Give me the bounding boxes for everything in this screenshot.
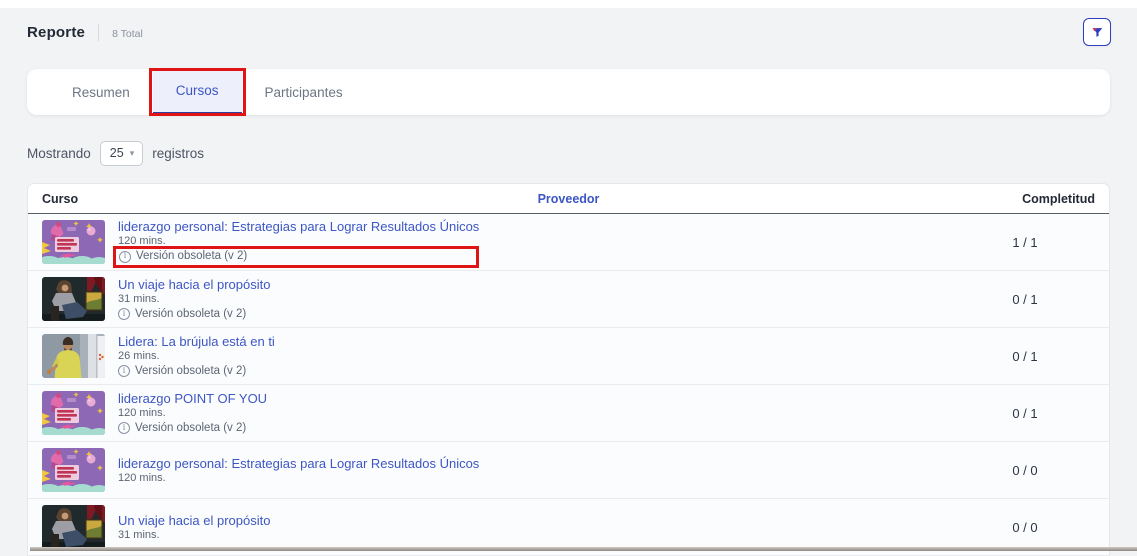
column-header-curso: Curso [42,192,78,206]
course-title-link[interactable]: liderazgo personal: Estrategias para Log… [118,456,479,471]
completion-value: 0 / 1 [955,349,1095,364]
course-title-link[interactable]: Un viaje hacia el propósito [118,277,270,292]
table-row: liderazgo POINT OF YOU 120 mins. i Versi… [28,385,1109,442]
course-duration: 31 mins. [118,293,270,306]
top-strip [0,0,1137,8]
tab-cursos[interactable]: Cursos [153,69,242,115]
page-header: Reporte 8 Total [0,8,1137,42]
completion-value: 1 / 1 [955,235,1095,250]
page-size-select[interactable]: 25 ▾ [100,141,143,166]
version-badge: i Versión obsoleta (v 2) [118,421,267,436]
tab-participantes-label: Participantes [265,85,343,100]
info-icon: i [118,422,130,434]
tab-resumen[interactable]: Resumen [49,69,153,115]
table-row: Lidera: La brújula está en ti 26 mins. i… [28,328,1109,385]
table-header-row: Curso Proveedor Completitud [28,184,1109,214]
info-icon: i [119,251,131,263]
table-row: Un viaje hacia el propósito 31 mins. i V… [28,271,1109,328]
showing-label: Mostrando [27,146,91,161]
completion-value: 0 / 0 [955,520,1095,535]
tabs-bar: Resumen Cursos Participantes [27,69,1110,115]
course-duration: 120 mins. [118,407,267,420]
list-controls: Mostrando 25 ▾ registros [27,141,1110,166]
version-badge-label: Versión obsoleta (v 2) [135,364,246,379]
records-label: registros [152,146,204,161]
completion-value: 0 / 1 [955,292,1095,307]
filter-icon [1091,26,1104,39]
chevron-down-icon: ▾ [130,149,135,158]
course-thumbnail[interactable] [42,277,105,321]
version-badge: i Versión obsoleta (v 2) [119,249,247,264]
course-title-link[interactable]: Lidera: La brújula está en ti [118,334,275,349]
table-row: liderazgo personal: Estrategias para Log… [28,442,1109,499]
column-header-completitud: Completitud [955,192,1095,206]
course-duration: 120 mins. [118,472,479,485]
version-badge: i Versión obsoleta (v 2) [118,307,270,322]
annotation-box-version-badge: i Versión obsoleta (v 2) [113,246,479,268]
course-title-link[interactable]: liderazgo POINT OF YOU [118,391,267,406]
info-icon: i [118,365,130,377]
total-count-badge: 8 Total [112,26,143,40]
horizontal-scrollbar[interactable] [30,547,1137,551]
course-thumbnail[interactable] [42,391,105,435]
tab-resumen-label: Resumen [72,85,130,100]
course-title-link[interactable]: Un viaje hacia el propósito [118,513,270,528]
completion-value: 0 / 1 [955,406,1095,421]
version-badge-label: Versión obsoleta (v 2) [136,249,247,264]
tab-participantes[interactable]: Participantes [242,69,366,115]
version-badge: i Versión obsoleta (v 2) [118,364,275,379]
course-thumbnail[interactable] [42,220,105,264]
completion-value: 0 / 0 [955,463,1095,478]
course-thumbnail[interactable] [42,334,105,378]
filter-button[interactable] [1083,18,1111,46]
tab-cursos-label: Cursos [176,83,219,98]
page-size-value: 25 [110,146,124,160]
course-duration: 31 mins. [118,529,270,542]
table-row: liderazgo personal: Estrategias para Log… [28,214,1109,271]
title-divider [98,24,99,41]
course-title-link[interactable]: liderazgo personal: Estrategias para Log… [118,219,479,234]
course-thumbnail[interactable] [42,448,105,492]
version-badge-label: Versión obsoleta (v 2) [135,421,246,436]
course-thumbnail[interactable] [42,505,105,549]
course-duration: 26 mins. [118,350,275,363]
courses-table: Curso Proveedor Completitud liderazgo pe… [27,183,1110,556]
column-header-proveedor[interactable]: Proveedor [538,192,600,206]
page-title: Reporte [27,24,85,41]
version-badge-label: Versión obsoleta (v 2) [135,307,246,322]
info-icon: i [118,308,130,320]
